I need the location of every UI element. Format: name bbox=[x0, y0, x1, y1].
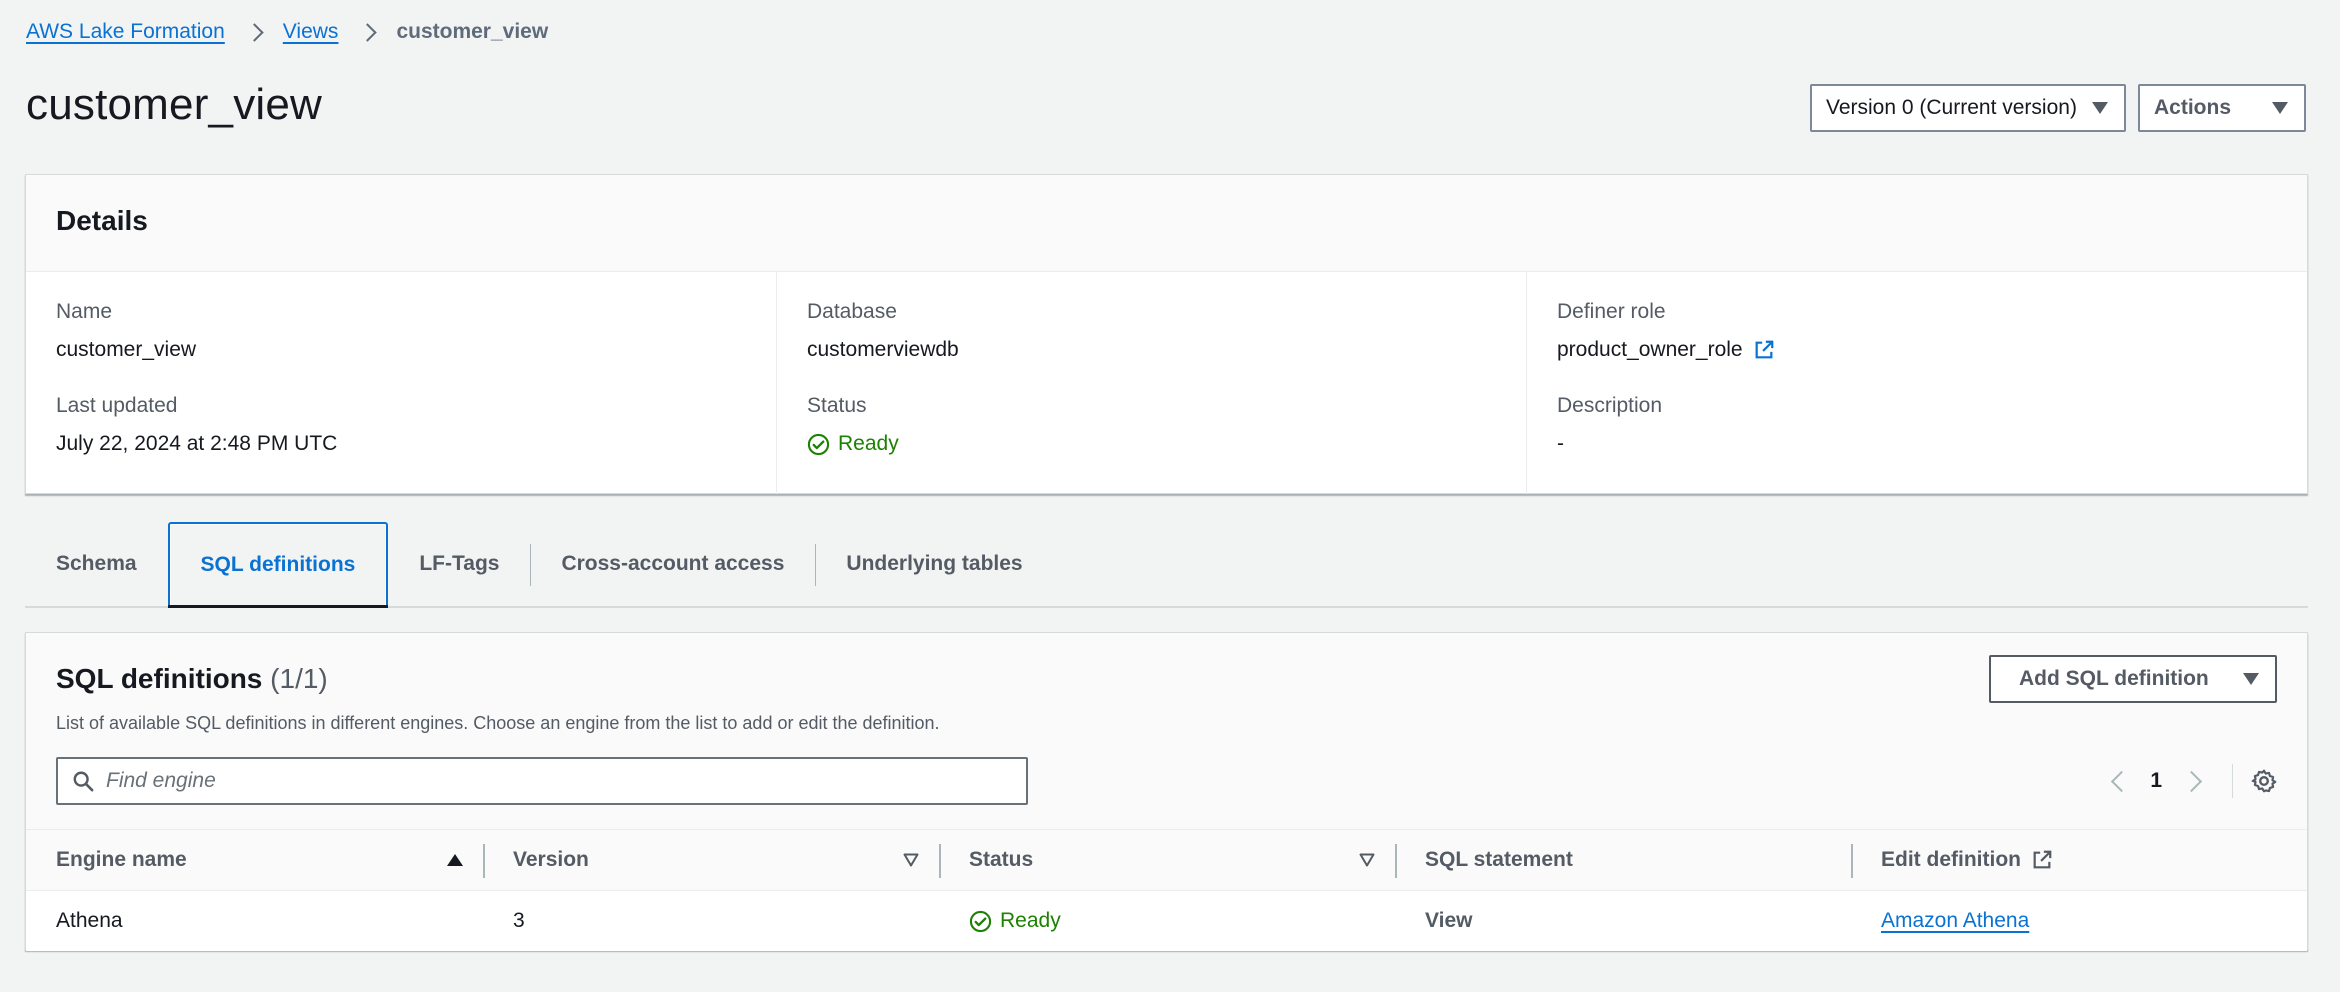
column-edit-definition-label: Edit definition bbox=[1881, 848, 2021, 871]
table-header: Engine name Version Status SQL statement… bbox=[26, 829, 2307, 891]
pagination-divider bbox=[2232, 764, 2233, 798]
cell-sql-statement: View bbox=[1395, 891, 1851, 951]
breadcrumb-lake-formation-link[interactable]: AWS Lake Formation bbox=[26, 20, 225, 44]
page-title: customer_view bbox=[26, 80, 323, 129]
description-label: Description bbox=[1557, 394, 1663, 417]
details-column-2: Database customerviewdb Status Ready bbox=[776, 272, 1526, 494]
status-label: Status bbox=[807, 394, 867, 417]
chevron-right-icon bbox=[247, 25, 261, 39]
tab-lf-tags[interactable]: LF-Tags bbox=[388, 522, 530, 606]
details-column-1: Name customer_view Last updated July 22,… bbox=[26, 272, 776, 494]
status-indicator: Ready bbox=[807, 432, 1496, 456]
details-panel: Details Name customer_view Last updated … bbox=[25, 174, 2308, 494]
tab-cross-account-access[interactable]: Cross-account access bbox=[530, 522, 815, 606]
sql-definitions-panel: SQL definitions (1/1) List of available … bbox=[25, 632, 2308, 951]
description-value: - bbox=[1557, 432, 1564, 455]
cell-version: 3 bbox=[513, 909, 525, 932]
chevron-left-icon[interactable] bbox=[2104, 767, 2132, 795]
check-circle-icon bbox=[807, 433, 830, 455]
view-statement-link[interactable]: View bbox=[1425, 909, 1472, 933]
sort-ascending-icon bbox=[447, 854, 463, 866]
column-engine-name[interactable]: Engine name bbox=[26, 830, 483, 890]
column-version-label: Version bbox=[513, 848, 589, 871]
caret-down-icon bbox=[2092, 102, 2108, 114]
external-link-icon bbox=[2033, 850, 2052, 869]
chevron-right-icon[interactable] bbox=[2180, 767, 2208, 795]
breadcrumb: AWS Lake Formation Views customer_view bbox=[26, 18, 548, 46]
external-link-icon bbox=[1755, 340, 1773, 359]
column-status[interactable]: Status bbox=[939, 830, 1395, 890]
sql-definitions-count: (1/1) bbox=[270, 663, 328, 694]
details-header: Details bbox=[26, 175, 2307, 272]
add-sql-definition-label: Add SQL definition bbox=[2019, 667, 2209, 690]
column-version[interactable]: Version bbox=[483, 830, 939, 890]
find-engine-search[interactable] bbox=[56, 757, 1028, 805]
definer-role-value: product_owner_role bbox=[1557, 338, 1743, 361]
definer-role-link[interactable]: product_owner_role bbox=[1557, 338, 2277, 362]
database-label: Database bbox=[807, 300, 897, 323]
sort-icon bbox=[903, 853, 919, 867]
amazon-athena-link[interactable]: Amazon Athena bbox=[1881, 909, 2029, 933]
column-edit-definition: Edit definition bbox=[1851, 830, 2307, 890]
sql-definitions-title: SQL definitions (1/1) bbox=[56, 663, 328, 695]
page-number[interactable]: 1 bbox=[2150, 769, 2162, 793]
caret-down-icon bbox=[2272, 102, 2288, 114]
sort-icon bbox=[1359, 853, 1375, 867]
status-value: Ready bbox=[838, 432, 899, 455]
column-sql-statement-label: SQL statement bbox=[1425, 848, 1573, 871]
gear-icon[interactable] bbox=[2251, 768, 2277, 794]
column-sql-statement: SQL statement bbox=[1395, 830, 1851, 890]
cell-status: Ready bbox=[939, 891, 1395, 951]
database-link[interactable]: customerviewdb bbox=[807, 338, 1496, 362]
name-label: Name bbox=[56, 300, 113, 323]
cell-edit-definition: Amazon Athena bbox=[1851, 891, 2307, 951]
last-updated-value: July 22, 2024 at 2:48 PM UTC bbox=[56, 432, 338, 455]
definer-role-label: Definer role bbox=[1557, 300, 1666, 323]
find-engine-input[interactable] bbox=[106, 769, 986, 793]
column-engine-name-label: Engine name bbox=[56, 848, 187, 871]
cell-status-text: Ready bbox=[1000, 909, 1061, 932]
actions-button-label: Actions bbox=[2154, 96, 2232, 119]
add-sql-definition-button[interactable]: Add SQL definition bbox=[1989, 655, 2277, 703]
breadcrumb-views-link[interactable]: Views bbox=[283, 20, 339, 44]
check-circle-icon bbox=[969, 910, 992, 932]
version-select[interactable]: Version 0 (Current version) bbox=[1810, 84, 2126, 132]
tab-bar: Schema SQL definitions LF-Tags Cross-acc… bbox=[25, 522, 2308, 608]
caret-down-icon bbox=[2243, 673, 2259, 685]
search-icon bbox=[73, 771, 94, 792]
details-column-3: Definer role product_owner_role Descript… bbox=[1526, 272, 2307, 494]
last-updated-label: Last updated bbox=[56, 394, 178, 417]
tab-sql-definitions[interactable]: SQL definitions bbox=[167, 522, 389, 608]
table-row[interactable]: Athena 3 Ready View Amazon Athena bbox=[26, 891, 2307, 951]
breadcrumb-current: customer_view bbox=[396, 20, 549, 43]
name-value: customer_view bbox=[56, 338, 197, 361]
column-status-label: Status bbox=[969, 848, 1034, 871]
sql-definitions-title-text: SQL definitions bbox=[56, 663, 263, 694]
version-select-label: Version 0 (Current version) bbox=[1826, 96, 2077, 119]
actions-button[interactable]: Actions bbox=[2138, 84, 2306, 132]
sql-definitions-description: List of available SQL definitions in dif… bbox=[56, 713, 940, 733]
chevron-right-icon bbox=[360, 25, 374, 39]
details-title: Details bbox=[56, 205, 148, 236]
tab-underlying-tables[interactable]: Underlying tables bbox=[815, 522, 1053, 606]
pagination: 1 bbox=[2104, 757, 2277, 805]
tab-schema[interactable]: Schema bbox=[25, 522, 168, 606]
cell-engine-name: Athena bbox=[56, 909, 123, 932]
